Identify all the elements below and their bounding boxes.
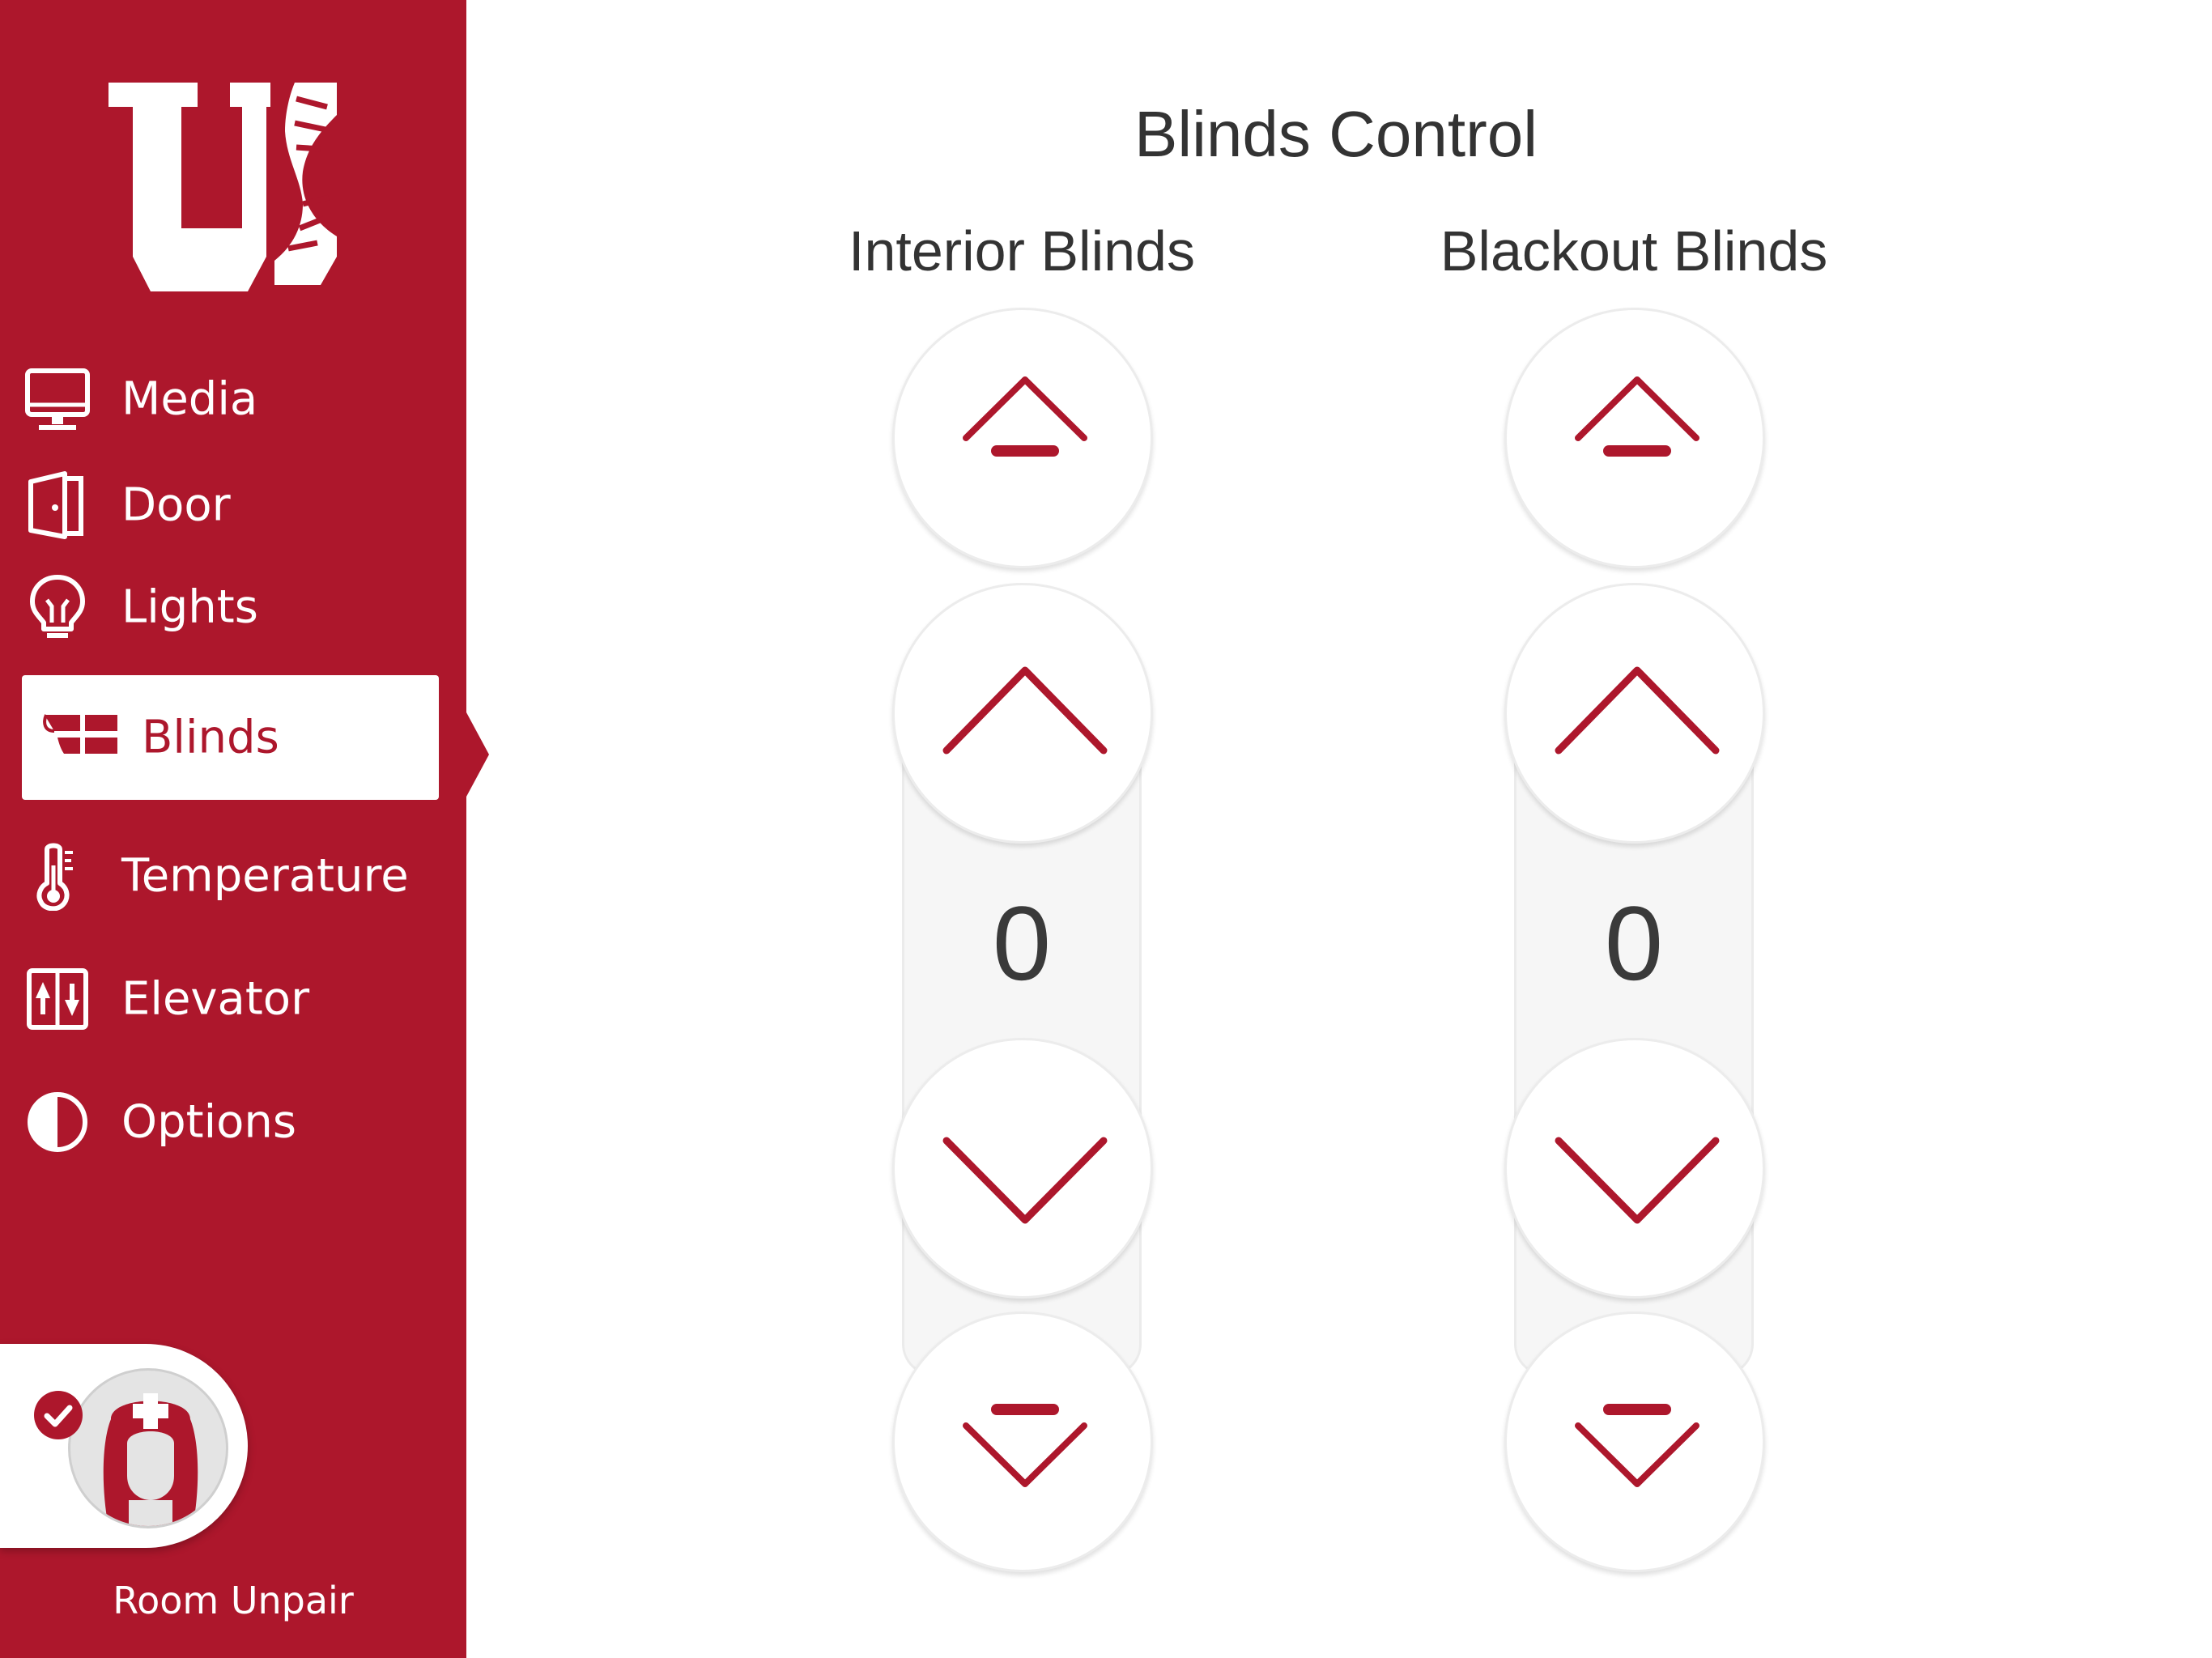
lightbulb-icon	[30, 575, 85, 638]
thermometer-icon	[36, 843, 73, 911]
sidebar-item-label: Lights	[121, 580, 258, 634]
room-unpair-label: Room Unpair	[113, 1579, 354, 1622]
sidebar-item-blinds[interactable]: Blinds	[22, 675, 439, 800]
blackout-blinds-title: Blackout Blinds	[1440, 219, 1828, 283]
interior-blinds-control: Interior Blinds 0	[714, 210, 1329, 1587]
interior-fully-lower-button[interactable]	[892, 1312, 1153, 1572]
door-icon	[28, 471, 83, 539]
chevron-down-icon	[942, 1137, 1108, 1224]
elevator-icon	[27, 968, 88, 1030]
sidebar-item-lights[interactable]: Lights	[0, 559, 466, 656]
sidebar-item-media[interactable]: Media	[0, 351, 466, 448]
nurse-avatar-icon	[68, 1368, 228, 1528]
fully-raise-icon	[963, 376, 1087, 457]
sidebar-item-options[interactable]: Options	[0, 1073, 466, 1171]
blackout-fully-lower-button[interactable]	[1504, 1312, 1765, 1572]
blackout-blinds-value: 0	[1604, 884, 1664, 1002]
interior-fully-raise-button[interactable]	[892, 308, 1153, 568]
sidebar: Media Door Lights Blinds Temperature Ele…	[0, 0, 489, 1658]
interior-blinds-title: Interior Blinds	[849, 219, 1195, 283]
sidebar-item-label: Temperature	[121, 849, 409, 903]
contrast-icon	[28, 1092, 87, 1152]
sidebar-item-temperature[interactable]: Temperature	[0, 827, 466, 925]
chevron-up-icon	[942, 666, 1108, 755]
interior-raise-button[interactable]	[892, 583, 1153, 844]
sidebar-item-label: Options	[121, 1095, 297, 1149]
fully-lower-icon	[1575, 1404, 1699, 1487]
blackout-fully-raise-button[interactable]	[1504, 308, 1765, 568]
room-unpair-button[interactable]	[0, 1344, 248, 1548]
sidebar-item-door[interactable]: Door	[0, 457, 466, 554]
check-icon	[34, 1391, 83, 1439]
sidebar-item-label: Elevator	[121, 972, 310, 1026]
sidebar-item-elevator[interactable]: Elevator	[0, 950, 466, 1048]
blinds-icon	[43, 714, 117, 754]
chevron-down-icon	[1555, 1137, 1720, 1224]
sidebar-item-label: Door	[121, 478, 231, 532]
interior-blinds-value: 0	[992, 884, 1052, 1002]
blackout-raise-button[interactable]	[1504, 583, 1765, 844]
interior-lower-button[interactable]	[892, 1038, 1153, 1299]
sidebar-item-label: Blinds	[142, 711, 279, 764]
chevron-up-icon	[1555, 666, 1720, 755]
fully-lower-icon	[963, 1404, 1087, 1487]
fully-raise-icon	[1575, 376, 1699, 457]
page-title: Blinds Control	[1134, 98, 1538, 170]
sidebar-item-label: Media	[121, 372, 258, 426]
blackout-lower-button[interactable]	[1504, 1038, 1765, 1299]
blackout-blinds-control: Blackout Blinds 0	[1326, 210, 1942, 1587]
university-logo	[108, 83, 337, 291]
active-indicator-arrow	[466, 712, 489, 797]
monitor-icon	[25, 368, 90, 430]
